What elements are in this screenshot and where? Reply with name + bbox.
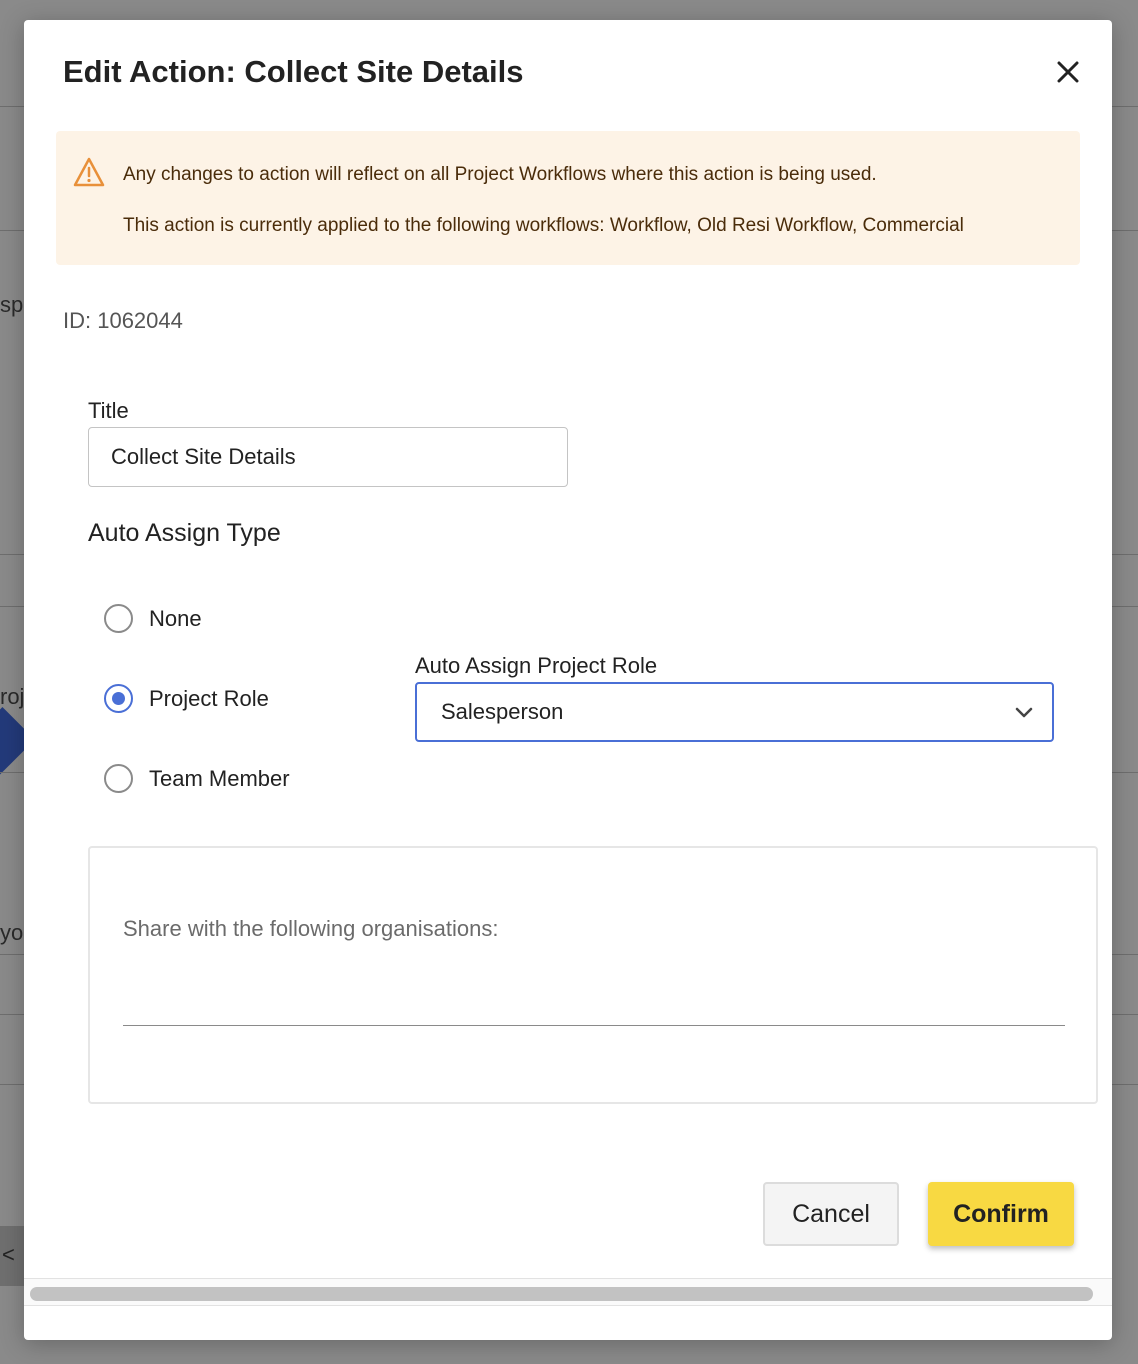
- radio-project-role[interactable]: [104, 684, 133, 713]
- selected-role: Salesperson: [441, 699, 564, 724]
- title-input[interactable]: [88, 427, 568, 487]
- share-organisations-input[interactable]: [123, 908, 1065, 1026]
- close-icon: [1057, 61, 1079, 83]
- radio-option-none[interactable]: None: [104, 604, 202, 633]
- warning-banner: Any changes to action will reflect on al…: [56, 131, 1080, 265]
- confirm-button[interactable]: Confirm: [928, 1182, 1074, 1246]
- close-button[interactable]: [1050, 54, 1086, 90]
- project-role-select[interactable]: Salesperson: [415, 682, 1054, 742]
- horizontal-scrollbar[interactable]: [24, 1278, 1112, 1306]
- auto-assign-role-label: Auto Assign Project Role: [415, 653, 658, 678]
- title-label: Title: [88, 398, 129, 423]
- workflow-usage-message: This action is currently applied to the …: [123, 215, 964, 236]
- scrollbar-thumb[interactable]: [30, 1287, 1093, 1301]
- chevron-down-icon: [1015, 707, 1033, 718]
- action-id: ID: 1062044: [63, 308, 183, 333]
- radio-label: Team Member: [149, 765, 290, 791]
- edit-action-modal: Edit Action: Collect Site Details Any ch…: [24, 20, 1112, 1340]
- cancel-button[interactable]: Cancel: [763, 1182, 899, 1246]
- bg-chevron-left-icon: <: [0, 1226, 26, 1286]
- radio-team-member[interactable]: [104, 764, 133, 793]
- radio-label: None: [149, 605, 202, 631]
- modal-title: Edit Action: Collect Site Details: [63, 54, 524, 89]
- radio-option-project-role[interactable]: Project Role: [104, 684, 269, 713]
- auto-assign-type-label: Auto Assign Type: [88, 519, 281, 547]
- radio-none[interactable]: [104, 604, 133, 633]
- share-organisations-panel: Share with the following organisations:: [88, 846, 1098, 1104]
- warning-triangle-icon: [73, 157, 105, 187]
- radio-option-team-member[interactable]: Team Member: [104, 764, 290, 793]
- warning-message: Any changes to action will reflect on al…: [123, 164, 877, 185]
- bg-text-fragment: yo: [0, 920, 24, 945]
- radio-label: Project Role: [149, 685, 269, 711]
